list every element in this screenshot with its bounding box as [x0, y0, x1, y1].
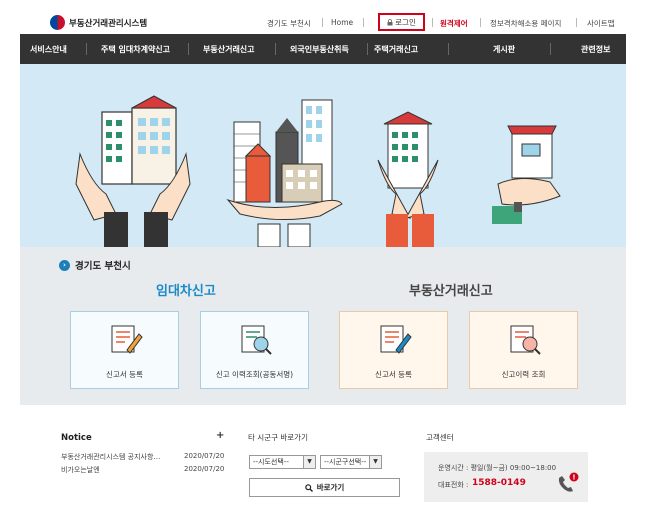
main-nav: 서비스안내 주택 임대차계약신고 부동산거래신고 외국인부동산취득 주택거래신고… — [20, 34, 626, 64]
service-panel: › 경기도 부천시 임대차신고 부동산거래신고 신고서 등록 신고 이력조회(공… — [20, 247, 626, 405]
chevron-down-icon: ▼ — [369, 456, 381, 468]
divider — [576, 18, 577, 27]
go-button-label: 바로가기 — [316, 483, 345, 492]
notice-date: 2020/07/20 — [184, 452, 225, 460]
sido-select-value: --시도선택-- — [253, 458, 289, 466]
divider — [432, 18, 433, 27]
card-label: 신고이력 조회 — [501, 370, 546, 379]
notice-title: Notice — [61, 433, 92, 443]
nav-divider — [550, 43, 551, 55]
right-hands-apartment — [377, 111, 439, 247]
chevron-down-icon: ▼ — [303, 456, 315, 468]
trade-section-title: 부동산거래신고 — [409, 284, 493, 299]
nav-item-lease[interactable]: 주택 임대차계약신고 — [101, 44, 170, 55]
lease-register-card[interactable]: 신고서 등록 — [70, 311, 179, 389]
nav-item-service[interactable]: 서비스안내 — [30, 44, 67, 55]
svg-text:!: ! — [572, 474, 575, 482]
lease-section-title: 임대차신고 — [156, 284, 216, 299]
taegeuk-logo-icon — [50, 15, 65, 30]
center-hands-city — [226, 99, 343, 247]
trade-history-card[interactable]: 신고이력 조회 — [469, 311, 578, 389]
lease-history-card[interactable]: 신고 이력조회(공동서명) — [200, 311, 309, 389]
nav-item-housing[interactable]: 주택거래신고 — [374, 44, 418, 55]
go-button[interactable]: 바로가기 — [249, 478, 400, 497]
divider — [322, 18, 323, 27]
right-hand-shop — [492, 125, 561, 224]
top-utility-bar: 부동산거래관리시스템 경기도 부천시 Home 로그인 원격제어 정보격차해소용… — [20, 12, 626, 34]
home-link[interactable]: Home — [331, 18, 353, 27]
nav-divider — [367, 43, 368, 55]
nav-item-related[interactable]: 관련정보 — [581, 44, 610, 55]
nav-item-foreigner[interactable]: 외국인부동산취득 — [290, 44, 349, 55]
other-region-title: 타 시군구 바로가기 — [248, 433, 308, 442]
nav-divider — [448, 43, 449, 55]
phone-label: 대표전화 : — [438, 481, 469, 489]
document-pen-icon — [111, 325, 143, 354]
hero-banner — [20, 64, 626, 247]
card-label: 신고 이력조회(공동서명) — [215, 370, 294, 379]
customer-center-box: 운영시간 : 평일(월~금) 09:00~18:00 대표전화 : 1588-0… — [424, 452, 588, 502]
notice-item[interactable]: 비가오는날엔 — [61, 465, 100, 475]
accessibility-page-link[interactable]: 정보격차해소용 페이지 — [490, 18, 561, 29]
lock-icon — [387, 18, 393, 25]
notice-date: 2020/07/20 — [184, 465, 225, 473]
sido-select[interactable]: --시도선택-- ▼ — [249, 455, 316, 469]
nav-divider — [275, 43, 276, 55]
notice-more-button[interactable]: + — [216, 430, 224, 441]
customer-center-title: 고객센터 — [426, 433, 454, 442]
trade-register-card[interactable]: 신고서 등록 — [339, 311, 448, 389]
search-icon — [304, 483, 313, 492]
region-heading: › 경기도 부천시 — [59, 258, 131, 272]
notice-item[interactable]: 부동산거래관리시스템 공지사항… — [61, 452, 160, 462]
site-logo[interactable]: 부동산거래관리시스템 — [50, 15, 147, 30]
remote-control-link[interactable]: 원격제어 — [440, 18, 468, 29]
operating-hours: 운영시간 : 평일(월~금) 09:00~18:00 — [438, 464, 557, 472]
card-label: 신고서 등록 — [106, 370, 143, 379]
nav-item-trade[interactable]: 부동산거래신고 — [203, 44, 255, 55]
document-search-icon — [510, 325, 541, 355]
nav-divider — [188, 43, 189, 55]
divider — [363, 18, 364, 27]
logo-text: 부동산거래관리시스템 — [69, 18, 148, 29]
sitemap-link[interactable]: 사이트맵 — [587, 18, 615, 29]
login-button[interactable]: 로그인 — [378, 13, 425, 31]
region-label: 경기도 부천시 — [75, 261, 131, 272]
chevron-right-icon: › — [59, 259, 70, 271]
document-search-icon — [241, 325, 272, 355]
hero-illustration — [75, 95, 561, 247]
divider — [480, 18, 481, 27]
phone-icon: ! — [558, 472, 579, 492]
nav-divider — [86, 43, 87, 55]
phone-number[interactable]: 1588-0149 — [472, 478, 526, 488]
document-pen-icon — [380, 325, 412, 354]
sigungu-select-value: --시군구선택-- — [324, 458, 367, 466]
card-label: 신고서 등록 — [375, 370, 412, 379]
sigungu-select[interactable]: --시군구선택-- ▼ — [320, 455, 382, 469]
left-hands-buildings — [75, 95, 191, 247]
region-link[interactable]: 경기도 부천시 — [267, 18, 311, 29]
login-label: 로그인 — [395, 17, 416, 27]
nav-item-board[interactable]: 게시판 — [493, 44, 515, 55]
